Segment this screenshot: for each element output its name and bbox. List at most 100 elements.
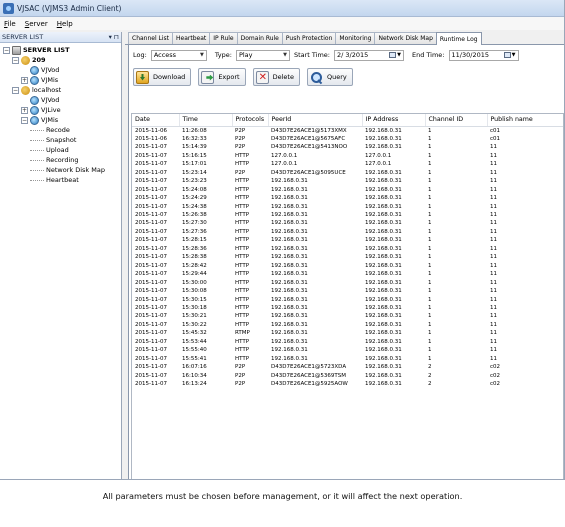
log-select[interactable]: Access ▼ <box>150 49 207 61</box>
type-select[interactable]: Play ▼ <box>235 49 290 61</box>
expand-icon[interactable]: + <box>21 76 28 84</box>
start-time-label: Start Time: <box>293 51 330 59</box>
table-row[interactable]: 2015-11-07 16:13:24 P2P D43D7E26ACE1@5925AO… <box>132 380 563 388</box>
table-cell: 192.168.0.31 <box>365 203 402 210</box>
calendar-icon[interactable]: ▼ <box>389 52 401 58</box>
tab-domain-rule[interactable]: Domain Rule <box>236 32 283 44</box>
table-row[interactable]: 2015-11-06 11:26:08 P2P D43D7E26ACE1@5173XM… <box>132 126 563 135</box>
table-cell: 11 <box>490 296 497 303</box>
table-cell: 192.168.0.31 <box>365 237 402 244</box>
table-row[interactable]: 2015-11-07 16:10:34 P2P D43D7E26ACE1@5369TS… <box>132 372 563 380</box>
tree-node[interactable]: − localhost <box>0 85 121 95</box>
table-row[interactable]: 2015-11-07 15:30:15 HTTP 192.168.0.31 192.16… <box>132 296 563 304</box>
tree-node[interactable]: − SERVER LIST <box>0 45 121 55</box>
table-cell: 15:45:32 <box>182 330 207 337</box>
tab-ip-rule[interactable]: IP Rule <box>209 32 238 44</box>
table-row[interactable]: 2015-11-07 15:55:41 HTTP 192.168.0.31 192.16… <box>132 355 563 363</box>
tree-node[interactable]: Snapshot <box>0 135 121 145</box>
table-row[interactable]: 2015-11-07 15:17:01 HTTP 127.0.0.1 127.0.0.1… <box>132 160 563 168</box>
collapse-icon[interactable]: − <box>21 116 28 124</box>
table-cell: 1 <box>428 321 432 328</box>
tree-node[interactable]: Recording <box>0 155 121 165</box>
table-row[interactable]: 2015-11-07 15:26:38 HTTP 192.168.0.31 192.16… <box>132 211 563 219</box>
table-row[interactable]: 2015-11-06 16:32:33 P2P D43D7E26ACE1@5675AF… <box>132 135 563 143</box>
delete-button[interactable]: Delete <box>252 68 300 86</box>
table-cell: 1 <box>428 254 432 261</box>
tree-node[interactable]: VJVod <box>0 65 121 75</box>
expand-icon[interactable]: + <box>21 106 28 114</box>
table-row[interactable]: 2015-11-07 15:30:21 HTTP 192.168.0.31 192.16… <box>132 312 563 320</box>
table-row[interactable]: 2015-11-07 15:30:08 HTTP 192.168.0.31 192.16… <box>132 287 563 295</box>
tab-network-disk-map[interactable]: Network Disk Map <box>374 32 437 44</box>
menu-file[interactable]: File <box>4 20 16 28</box>
column-header[interactable]: Time <box>179 114 233 127</box>
menu-server[interactable]: Server <box>25 20 48 28</box>
table-row[interactable]: 2015-11-07 15:45:32 RTMP 192.168.0.31 192.16… <box>132 329 563 337</box>
table-row[interactable]: 2015-11-07 15:53:44 HTTP 192.168.0.31 192.16… <box>132 338 563 346</box>
table-cell: 192.168.0.31 <box>365 186 402 193</box>
table-row[interactable]: 2015-11-07 15:24:38 HTTP 192.168.0.31 192.16… <box>132 203 563 211</box>
table-row[interactable]: 2015-11-07 15:24:29 HTTP 192.168.0.31 192.16… <box>132 194 563 202</box>
table-row[interactable]: 2015-11-07 15:27:30 HTTP 192.168.0.31 192.16… <box>132 219 563 227</box>
start-time-picker[interactable]: 2/ 3/2015 ▼ <box>333 49 404 61</box>
download-button[interactable]: Download <box>133 68 192 86</box>
table-row[interactable]: 2015-11-07 15:30:22 HTTP 192.168.0.31 192.16… <box>132 321 563 329</box>
calendar-icon[interactable]: ▼ <box>503 52 516 58</box>
tree-node[interactable]: Heartbeat <box>0 175 121 185</box>
column-header[interactable]: Publish name <box>487 114 563 127</box>
table-cell: 16:32:33 <box>182 135 207 142</box>
table-row[interactable]: 2015-11-07 15:29:44 HTTP 192.168.0.31 192.16… <box>132 270 563 278</box>
menu-help[interactable]: Help <box>57 20 73 28</box>
table-cell: 15:16:15 <box>182 152 207 159</box>
table-row[interactable]: 2015-11-07 15:16:15 HTTP 127.0.0.1 127.0.0.1… <box>132 152 563 160</box>
node-icon <box>30 95 39 105</box>
query-button[interactable]: Query <box>306 68 353 86</box>
table-cell: 2015-11-07 <box>135 152 167 159</box>
table-cell: c02 <box>490 364 501 371</box>
column-header[interactable]: Protocols <box>232 114 269 127</box>
tree-node[interactable]: − VJMis <box>0 115 121 125</box>
table-row[interactable]: 2015-11-07 15:23:23 HTTP 192.168.0.31 192.16… <box>132 177 563 185</box>
tree-node[interactable]: + VJMis <box>0 75 121 85</box>
log-table-container[interactable]: Date Time Protocols PeerId IP Address Channel… <box>131 113 564 479</box>
tree-node[interactable]: Recode <box>0 125 121 135</box>
tree-node[interactable]: + VJLive <box>0 105 121 115</box>
table-row[interactable]: 2015-11-07 15:28:36 HTTP 192.168.0.31 192.16… <box>132 245 563 253</box>
table-row[interactable]: 2015-11-07 15:28:15 HTTP 192.168.0.31 192.16… <box>132 236 563 244</box>
tree-node[interactable]: Upload <box>0 145 121 155</box>
column-header[interactable]: Date <box>132 114 180 127</box>
table-row[interactable]: 2015-11-07 15:27:36 HTTP 192.168.0.31 192.16… <box>132 228 563 236</box>
table-row[interactable]: 2015-11-07 15:24:08 HTTP 192.168.0.31 192.16… <box>132 186 563 194</box>
tree-node[interactable]: Network Disk Map <box>0 165 121 175</box>
collapse-icon[interactable]: − <box>12 56 19 64</box>
table-cell: 11 <box>490 271 497 278</box>
export-button[interactable]: Export <box>198 68 246 86</box>
table-row[interactable]: 2015-11-07 15:14:39 P2P D43D7E26ACE1@5413NO… <box>132 143 563 151</box>
table-row[interactable]: 2015-11-07 15:30:18 HTTP 192.168.0.31 192.16… <box>132 304 563 312</box>
pin-icon[interactable]: ▾ ⊓ <box>109 33 119 41</box>
table-row[interactable]: 2015-11-07 15:23:14 P2P D43D7E26ACE1@5095UC… <box>132 169 563 177</box>
runtime-log-panel: Log: Access ▼ Type: Play ▼ Start Time: 2… <box>128 45 564 479</box>
table-cell: 2 <box>428 381 432 388</box>
tab-channel-list[interactable]: Channel List <box>128 32 174 44</box>
tab-monitoring[interactable]: Monitoring <box>335 32 376 44</box>
table-cell: 2015-11-07 <box>135 262 167 269</box>
table-row[interactable]: 2015-11-07 15:30:00 HTTP 192.168.0.31 192.16… <box>132 279 563 287</box>
table-row[interactable]: 2015-11-07 15:55:40 HTTP 192.168.0.31 192.16… <box>132 346 563 354</box>
table-row[interactable]: 2015-11-07 16:07:16 P2P D43D7E26ACE1@5723XD… <box>132 363 563 371</box>
table-row[interactable]: 2015-11-07 15:28:42 HTTP 192.168.0.31 192.16… <box>132 262 563 270</box>
tab-push-protection[interactable]: Push Protection <box>281 32 337 44</box>
table-cell: 2015-11-07 <box>135 212 167 219</box>
end-time-picker[interactable]: 11/30/2015 ▼ <box>448 49 519 61</box>
tab-heartbeat[interactable]: Heartbeat <box>172 32 211 44</box>
column-header[interactable]: PeerId <box>268 114 363 127</box>
tree-node[interactable]: VJVod <box>0 95 121 105</box>
collapse-icon[interactable]: − <box>12 86 19 94</box>
table-row[interactable]: 2015-11-07 15:28:38 HTTP 192.168.0.31 192.16… <box>132 253 563 261</box>
table-cell: 1 <box>428 245 432 252</box>
tree-node[interactable]: − 209 <box>0 55 121 65</box>
tab-runtime-log[interactable]: Runtime Log <box>435 32 482 45</box>
column-header[interactable]: Channel ID <box>425 114 488 127</box>
collapse-icon[interactable]: − <box>3 46 10 54</box>
column-header[interactable]: IP Address <box>362 114 426 127</box>
